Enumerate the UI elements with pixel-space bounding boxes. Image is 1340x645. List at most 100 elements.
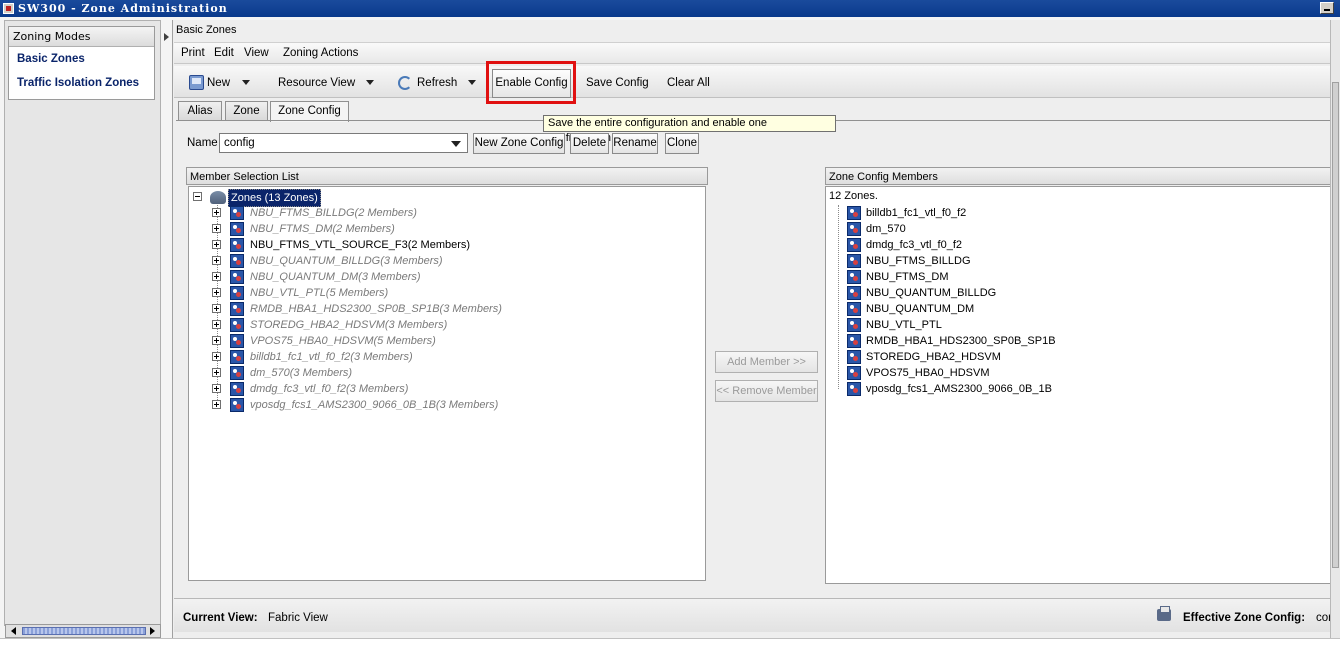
zone-tree-item[interactable]: NBU_VTL_PTL(5 Members) bbox=[212, 285, 532, 301]
left-horizontal-scrollbar[interactable] bbox=[5, 624, 161, 638]
zone-tree-item[interactable]: NBU_FTMS_VTL_SOURCE_F3(2 Members) bbox=[212, 237, 532, 253]
right-scroll-thumb[interactable] bbox=[1332, 82, 1339, 568]
zones-folder-icon bbox=[210, 191, 226, 204]
zone-icon bbox=[230, 270, 244, 284]
clear-all-button[interactable]: Clear All bbox=[667, 77, 710, 89]
new-dropdown-icon[interactable] bbox=[242, 80, 250, 85]
expand-icon[interactable] bbox=[212, 240, 221, 249]
zone-tree-item-label: NBU_FTMS_DM(2 Members) bbox=[250, 223, 395, 235]
zone-icon bbox=[847, 382, 861, 396]
printer-icon[interactable] bbox=[1157, 606, 1171, 621]
menu-print[interactable]: Print bbox=[181, 47, 205, 59]
config-member-item[interactable]: STOREDG_HBA2_HDSVM bbox=[846, 349, 1106, 365]
scroll-thumb[interactable] bbox=[22, 627, 146, 635]
zone-tree-item[interactable]: dmdg_fc3_vtl_f0_f2(3 Members) bbox=[212, 381, 532, 397]
collapse-arrow-icon[interactable] bbox=[164, 33, 169, 41]
zone-tree-item-label: NBU_FTMS_VTL_SOURCE_F3(2 Members) bbox=[250, 239, 471, 251]
zone-tree-item[interactable]: dm_570(3 Members) bbox=[212, 365, 532, 381]
minimize-button[interactable] bbox=[1320, 2, 1334, 14]
zone-tree-item[interactable]: STOREDG_HBA2_HDSVM(3 Members) bbox=[212, 317, 532, 333]
zone-tree-item[interactable]: VPOS75_HBA0_HDSVM(5 Members) bbox=[212, 333, 532, 349]
config-member-label: RMDB_HBA1_HDS2300_SP0B_SP1B bbox=[866, 335, 1056, 347]
rename-button[interactable]: Rename bbox=[612, 133, 658, 154]
refresh-dropdown-icon[interactable] bbox=[468, 80, 476, 85]
zone-icon bbox=[230, 382, 244, 396]
config-member-item[interactable]: NBU_VTL_PTL bbox=[846, 317, 1106, 333]
zone-tree-item[interactable]: NBU_QUANTUM_BILLDG(3 Members) bbox=[212, 253, 532, 269]
config-member-label: NBU_VTL_PTL bbox=[866, 319, 942, 331]
expand-icon[interactable] bbox=[212, 336, 221, 345]
expand-icon[interactable] bbox=[212, 384, 221, 393]
refresh-button[interactable]: Refresh bbox=[417, 77, 457, 89]
config-member-item[interactable]: NBU_QUANTUM_DM bbox=[846, 301, 1106, 317]
expand-icon[interactable] bbox=[212, 224, 221, 233]
config-member-label: NBU_QUANTUM_DM bbox=[866, 303, 975, 315]
expand-icon[interactable] bbox=[212, 320, 221, 329]
config-member-item[interactable]: dmdg_fc3_vtl_f0_f2 bbox=[846, 237, 1106, 253]
config-member-item[interactable]: NBU_FTMS_DM bbox=[846, 269, 1106, 285]
name-combobox[interactable]: config bbox=[219, 133, 468, 153]
resource-view-dropdown-icon[interactable] bbox=[366, 80, 374, 85]
resource-view-button[interactable]: Resource View bbox=[278, 77, 355, 89]
config-member-item[interactable]: NBU_QUANTUM_BILLDG bbox=[846, 285, 1106, 301]
tab-alias[interactable]: Alias bbox=[178, 101, 222, 121]
expand-icon[interactable] bbox=[212, 288, 221, 297]
left-pane bbox=[4, 20, 161, 626]
zone-icon bbox=[847, 366, 861, 380]
zone-icon bbox=[847, 270, 861, 284]
toolbar: New Resource View Refresh Save Config Cl… bbox=[174, 66, 1334, 98]
expand-icon[interactable] bbox=[212, 272, 221, 281]
remove-member-button[interactable]: << Remove Member bbox=[715, 380, 818, 402]
config-member-item[interactable]: vposdg_fcs1_AMS2300_9066_0B_1B bbox=[846, 381, 1106, 397]
expand-icon[interactable] bbox=[212, 352, 221, 361]
scroll-right-icon[interactable] bbox=[146, 626, 158, 636]
zone-icon bbox=[230, 350, 244, 364]
config-member-item[interactable]: NBU_FTMS_BILLDG bbox=[846, 253, 1106, 269]
expand-icon[interactable] bbox=[212, 304, 221, 313]
mode-traffic-isolation-zones[interactable]: Traffic Isolation Zones bbox=[9, 71, 154, 95]
menu-edit[interactable]: Edit bbox=[214, 47, 234, 59]
menu-bar: Print Edit View Zoning Actions bbox=[174, 42, 1334, 64]
zone-icon bbox=[230, 238, 244, 252]
chevron-down-icon[interactable] bbox=[451, 141, 461, 147]
expand-icon[interactable] bbox=[212, 368, 221, 377]
right-vertical-scrollbar[interactable] bbox=[1330, 20, 1340, 638]
zone-icon bbox=[230, 254, 244, 268]
enable-config-button[interactable]: Enable Config bbox=[492, 69, 571, 98]
zone-icon bbox=[230, 206, 244, 220]
zone-tree-item[interactable]: billdb1_fc1_vtl_f0_f2(3 Members) bbox=[212, 349, 532, 365]
name-label: Name bbox=[187, 137, 218, 149]
scroll-left-icon[interactable] bbox=[8, 626, 20, 636]
config-member-item[interactable]: billdb1_fc1_vtl_f0_f2 bbox=[846, 205, 1106, 221]
mode-basic-zones[interactable]: Basic Zones bbox=[9, 47, 154, 71]
zone-icon bbox=[230, 302, 244, 316]
expand-icon[interactable] bbox=[212, 208, 221, 217]
config-member-item[interactable]: VPOS75_HBA0_HDSVM bbox=[846, 365, 1106, 381]
zone-tree-item-label: NBU_VTL_PTL(5 Members) bbox=[250, 287, 389, 299]
current-view-value: Fabric View bbox=[268, 612, 328, 624]
delete-button[interactable]: Delete bbox=[570, 133, 609, 154]
save-config-button[interactable]: Save Config bbox=[586, 77, 649, 89]
clone-button[interactable]: Clone bbox=[665, 133, 699, 154]
add-member-button[interactable]: Add Member >> bbox=[715, 351, 818, 373]
tab-zone[interactable]: Zone bbox=[225, 101, 268, 121]
tab-zone-config[interactable]: Zone Config bbox=[270, 101, 349, 122]
zone-tree-item[interactable]: RMDB_HBA1_HDS2300_SP0B_SP1B(3 Members) bbox=[212, 301, 532, 317]
new-button[interactable]: New bbox=[207, 77, 230, 89]
config-member-item[interactable]: RMDB_HBA1_HDS2300_SP0B_SP1B bbox=[846, 333, 1106, 349]
menu-view[interactable]: View bbox=[244, 47, 269, 59]
zone-tree-item[interactable]: NBU_FTMS_BILLDG(2 Members) bbox=[212, 205, 532, 221]
expand-icon[interactable] bbox=[212, 256, 221, 265]
config-member-item[interactable]: dm_570 bbox=[846, 221, 1106, 237]
refresh-icon bbox=[398, 76, 412, 90]
menu-zoning-actions[interactable]: Zoning Actions bbox=[283, 47, 358, 59]
zone-icon bbox=[847, 318, 861, 332]
expand-icon[interactable] bbox=[212, 400, 221, 409]
zone-tree-item[interactable]: NBU_FTMS_DM(2 Members) bbox=[212, 221, 532, 237]
zone-tree-item[interactable]: vposdg_fcs1_AMS2300_9066_0B_1B(3 Members… bbox=[212, 397, 532, 413]
new-zone-config-button[interactable]: New Zone Config bbox=[473, 133, 565, 154]
zone-tree-item[interactable]: NBU_QUANTUM_DM(3 Members) bbox=[212, 269, 532, 285]
collapse-icon[interactable] bbox=[193, 192, 202, 201]
member-selection-header: Member Selection List bbox=[186, 167, 708, 185]
tree-root[interactable]: Zones (13 Zones) bbox=[193, 189, 333, 207]
